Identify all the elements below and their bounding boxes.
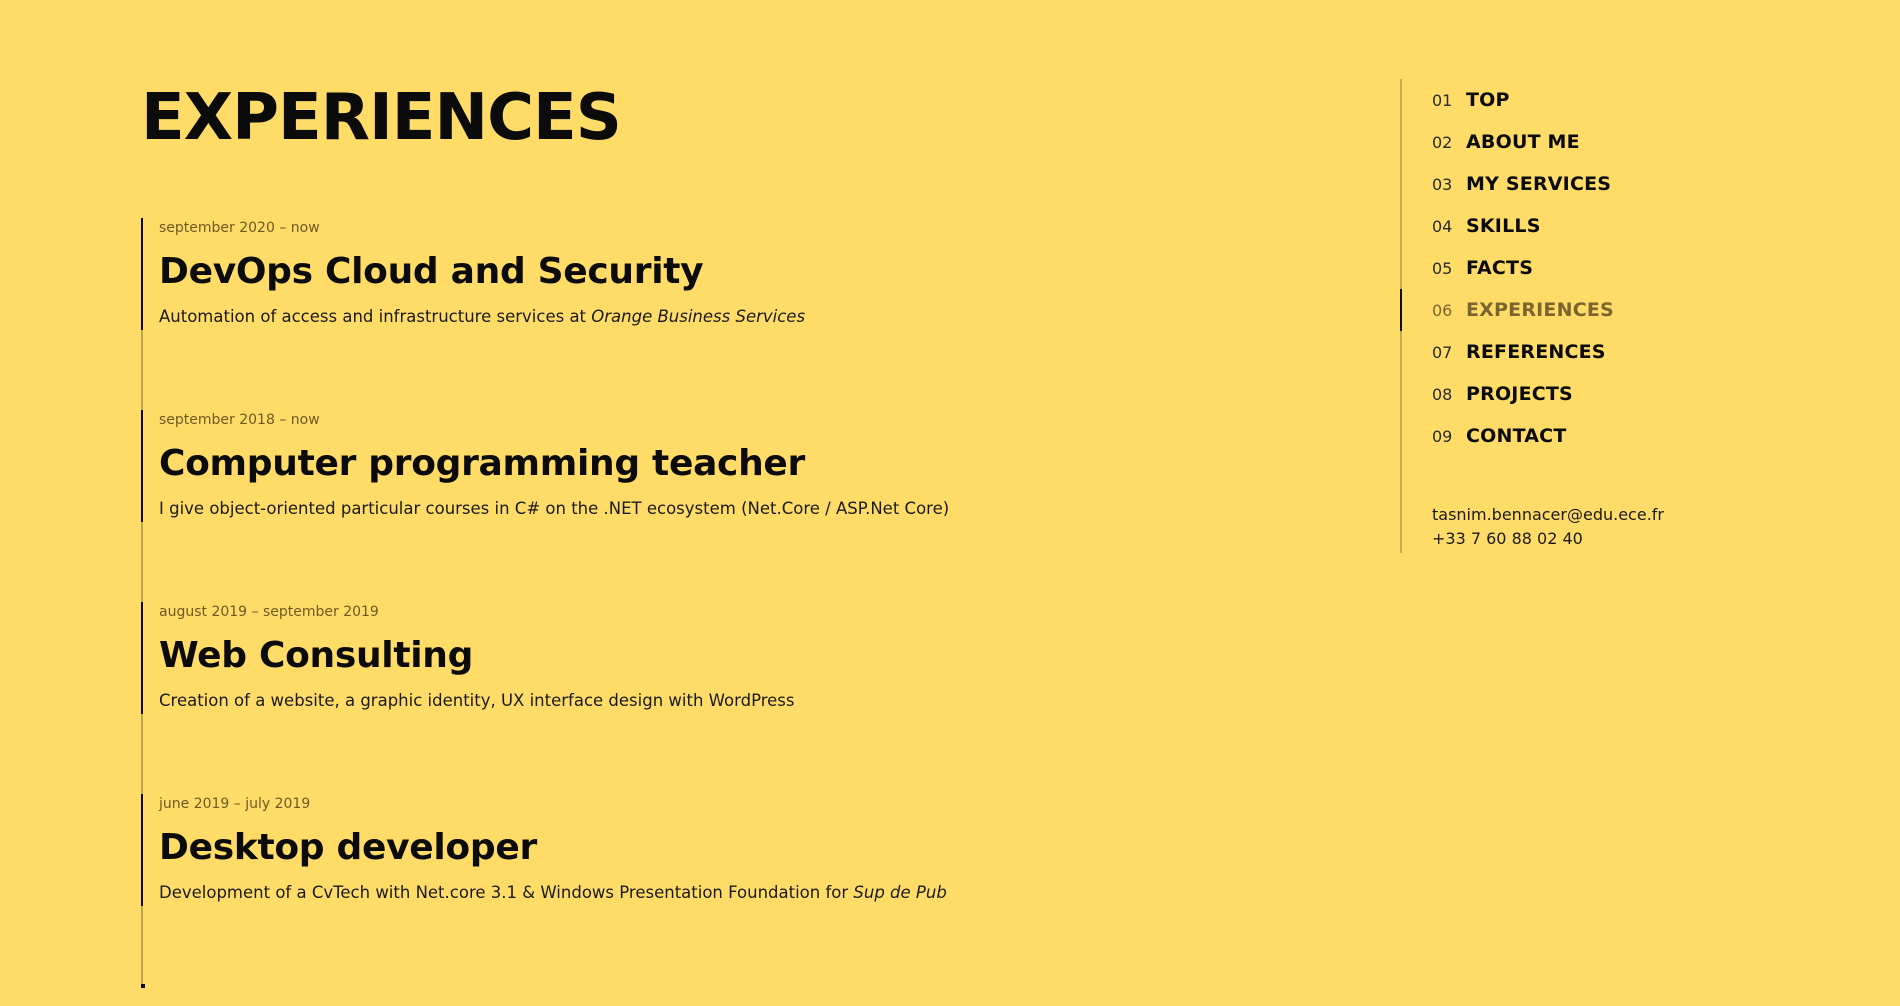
nav-label: MY SERVICES [1466, 173, 1612, 195]
experience-description-text: Automation of access and infrastructure … [159, 307, 592, 326]
nav-label: REFERENCES [1466, 341, 1606, 363]
nav-item-facts[interactable]: 05 FACTS [1402, 247, 1614, 289]
nav-number: 09 [1432, 426, 1453, 446]
nav-item-experiences[interactable]: 06 EXPERIENCES [1400, 289, 1614, 331]
nav-item-top[interactable]: 01 TOP [1402, 79, 1614, 121]
experience-item: august 2019 – september 2019 Web Consult… [141, 602, 1019, 714]
side-navigation: 01 TOP 02 ABOUT ME 03 MY SERVICES 04 SKI… [1400, 79, 1762, 553]
experience-description: I give object-oriented particular course… [159, 498, 1019, 520]
experience-item: september 2020 – now DevOps Cloud and Se… [141, 218, 1019, 330]
timeline-end-marker [141, 984, 145, 988]
nav-number: 02 [1432, 132, 1453, 152]
experience-description: Automation of access and infrastructure … [159, 306, 1019, 328]
experience-company: Sup de Pub [853, 883, 947, 902]
experience-date: september 2020 – now [159, 220, 320, 236]
experience-description-text: I give object-oriented particular course… [159, 499, 950, 518]
experience-description-text: Development of a CvTech with Net.core 3.… [159, 883, 854, 902]
experience-description: Development of a CvTech with Net.core 3.… [159, 882, 1019, 904]
contact-info: tasnim.bennacer@edu.ece.fr +33 7 60 88 0… [1432, 503, 1664, 551]
nav-label: PROJECTS [1466, 383, 1573, 405]
experience-title: Computer programming teacher [159, 443, 805, 484]
nav-label: TOP [1466, 89, 1510, 111]
experience-description: Creation of a website, a graphic identit… [159, 690, 1019, 712]
email-link[interactable]: tasnim.bennacer@edu.ece.fr [1432, 503, 1664, 527]
page-title: EXPERIENCES [141, 81, 622, 155]
nav-number: 06 [1432, 300, 1453, 320]
nav-number: 01 [1432, 90, 1453, 110]
experience-date: june 2019 – july 2019 [159, 796, 311, 812]
experience-title: Desktop developer [159, 827, 537, 868]
nav-number: 03 [1432, 174, 1453, 194]
experience-description-text: Creation of a website, a graphic identit… [159, 691, 795, 710]
experience-date: september 2018 – now [159, 412, 320, 428]
nav-number: 08 [1432, 384, 1453, 404]
nav-label: SKILLS [1466, 215, 1541, 237]
experience-company: Orange Business Services [591, 307, 806, 326]
experience-title: Web Consulting [159, 635, 474, 676]
experience-item: september 2018 – now Computer programmin… [141, 410, 1019, 522]
experience-item: june 2019 – july 2019 Desktop developer … [141, 794, 1019, 906]
nav-label: ABOUT ME [1466, 131, 1580, 153]
nav-item-projects[interactable]: 08 PROJECTS [1402, 373, 1614, 415]
nav-label: CONTACT [1466, 425, 1567, 447]
nav-number: 07 [1432, 342, 1453, 362]
nav-item-skills[interactable]: 04 SKILLS [1402, 205, 1614, 247]
experience-timeline: september 2020 – now DevOps Cloud and Se… [141, 218, 1023, 988]
nav-label: FACTS [1466, 257, 1534, 279]
nav-item-contact[interactable]: 09 CONTACT [1402, 415, 1614, 457]
nav-label: EXPERIENCES [1466, 299, 1614, 321]
experience-title: DevOps Cloud and Security [159, 251, 704, 292]
experience-date: august 2019 – september 2019 [159, 604, 379, 620]
nav-list: 01 TOP 02 ABOUT ME 03 MY SERVICES 04 SKI… [1400, 79, 1614, 457]
phone-link[interactable]: +33 7 60 88 02 40 [1432, 527, 1664, 551]
nav-item-my-services[interactable]: 03 MY SERVICES [1402, 163, 1614, 205]
nav-number: 04 [1432, 216, 1453, 236]
nav-item-about-me[interactable]: 02 ABOUT ME [1402, 121, 1614, 163]
nav-item-references[interactable]: 07 REFERENCES [1402, 331, 1614, 373]
nav-number: 05 [1432, 258, 1453, 278]
